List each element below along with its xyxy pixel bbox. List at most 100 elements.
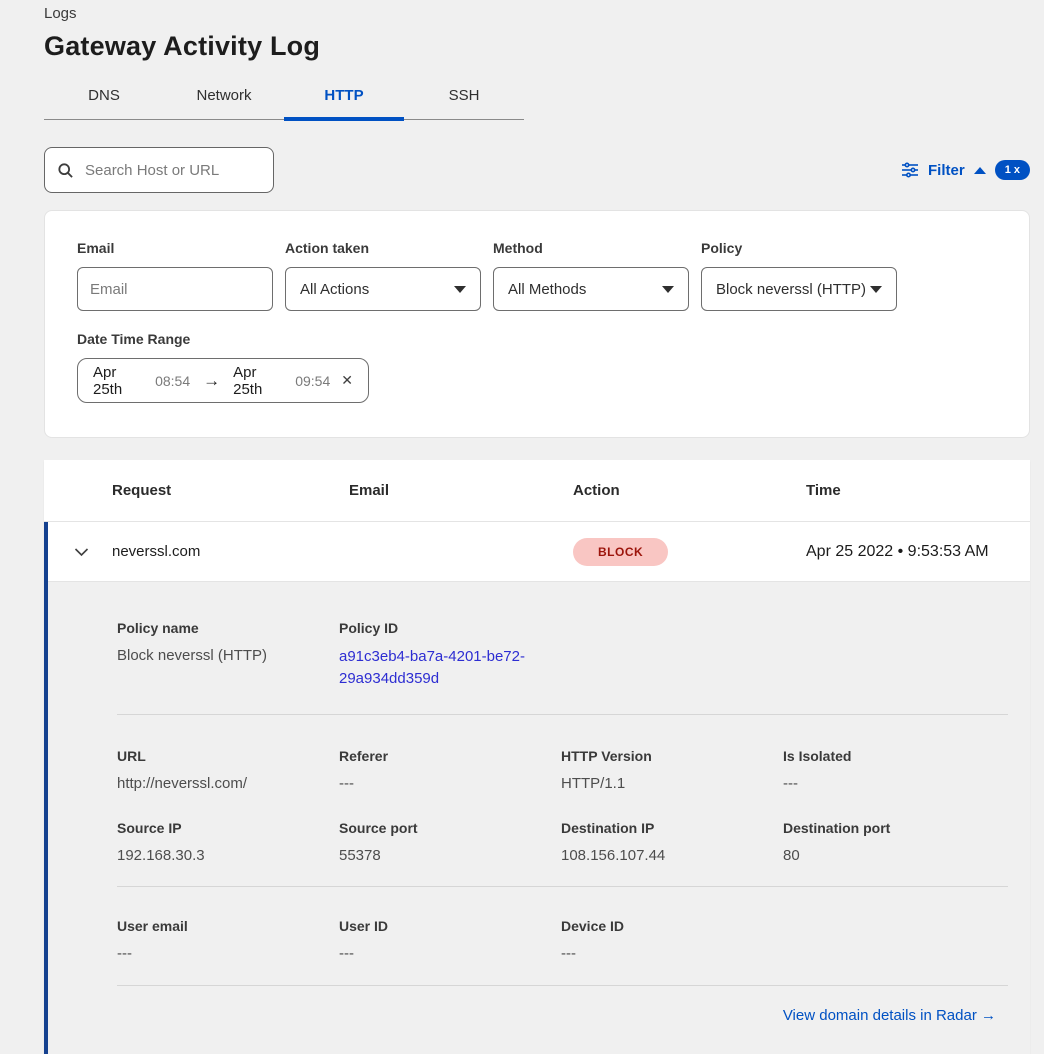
destination-ip-value: 108.156.107.44 bbox=[561, 846, 783, 866]
referer-item: Referer --- bbox=[339, 748, 561, 794]
policy-name-value: Block neverssl (HTTP) bbox=[117, 646, 339, 666]
url-value: http://neverssl.com/ bbox=[117, 774, 339, 794]
chevron-down-icon bbox=[454, 286, 466, 293]
referer-label: Referer bbox=[339, 748, 561, 764]
user-id-item: User ID --- bbox=[339, 918, 561, 964]
is-isolated-item: Is Isolated --- bbox=[783, 748, 1008, 794]
filter-panel: Email Action taken All Actions Method Al… bbox=[44, 210, 1030, 438]
action-taken-value: All Actions bbox=[300, 281, 369, 298]
date-time-range-label: Date Time Range bbox=[77, 331, 997, 347]
device-id-item: Device ID --- bbox=[561, 918, 783, 964]
table-header-row: Request Email Action Time bbox=[44, 460, 1030, 522]
row-request: neverssl.com bbox=[112, 543, 349, 560]
email-filter-label: Email bbox=[77, 240, 273, 256]
policy-field: Policy Block neverssl (HTTP) bbox=[701, 240, 897, 311]
method-value: All Methods bbox=[508, 281, 586, 298]
row-time: Apr 25 2022 • 9:53:53 AM bbox=[806, 543, 1030, 561]
destination-port-value: 80 bbox=[783, 846, 1008, 866]
policy-name-item: Policy name Block neverssl (HTTP) bbox=[117, 620, 339, 690]
device-id-label: Device ID bbox=[561, 918, 783, 934]
destination-port-item: Destination port 80 bbox=[783, 820, 1008, 866]
filter-controls: Filter 1 x bbox=[901, 160, 1030, 180]
search-input[interactable] bbox=[83, 161, 261, 180]
user-email-label: User email bbox=[117, 918, 339, 934]
user-id-value: --- bbox=[339, 944, 561, 964]
date-range-picker[interactable]: Apr 25th 08:54 → Apr 25th 09:54 ✕ bbox=[77, 358, 369, 403]
view-domain-radar-link[interactable]: View domain details in Radar → bbox=[783, 1007, 996, 1024]
chevron-down-icon bbox=[870, 286, 882, 293]
policy-label: Policy bbox=[701, 240, 897, 256]
destination-ip-label: Destination IP bbox=[561, 820, 783, 836]
http-version-value: HTTP/1.1 bbox=[561, 774, 783, 794]
section-divider bbox=[117, 886, 1008, 887]
user-id-label: User ID bbox=[339, 918, 561, 934]
action-taken-field: Action taken All Actions bbox=[285, 240, 481, 311]
source-port-item: Source port 55378 bbox=[339, 820, 561, 866]
activity-log-table: Request Email Action Time neverssl.com B… bbox=[44, 460, 1030, 1054]
policy-select[interactable]: Block neverssl (HTTP) bbox=[701, 267, 897, 311]
email-filter-field: Email bbox=[77, 240, 273, 311]
date-time-range-field: Date Time Range Apr 25th 08:54 → Apr 25t… bbox=[77, 331, 997, 403]
http-version-label: HTTP Version bbox=[561, 748, 783, 764]
column-header-action: Action bbox=[573, 482, 806, 499]
tab-network[interactable]: Network bbox=[164, 87, 284, 119]
policy-value: Block neverssl (HTTP) bbox=[716, 281, 866, 298]
source-ip-value: 192.168.30.3 bbox=[117, 846, 339, 866]
destination-ip-item: Destination IP 108.156.107.44 bbox=[561, 820, 783, 866]
row-action-cell: BLOCK bbox=[573, 538, 806, 566]
chevron-down-icon bbox=[662, 286, 674, 293]
block-status-badge: BLOCK bbox=[573, 538, 668, 566]
device-id-value: --- bbox=[561, 944, 783, 964]
filter-toggle-button[interactable]: Filter bbox=[928, 162, 965, 179]
section-divider bbox=[117, 985, 1008, 986]
clear-date-range-icon[interactable]: ✕ bbox=[341, 372, 353, 389]
policy-id-link[interactable]: a91c3eb4-ba7a-4201-be72-29a934dd359d bbox=[339, 646, 529, 690]
column-header-time: Time bbox=[806, 482, 1030, 499]
section-divider bbox=[117, 714, 1008, 715]
method-label: Method bbox=[493, 240, 689, 256]
toolbar: Filter 1 x bbox=[44, 147, 1030, 193]
column-header-request: Request bbox=[112, 482, 349, 499]
source-ip-label: Source IP bbox=[117, 820, 339, 836]
column-header-email: Email bbox=[349, 482, 573, 499]
action-taken-label: Action taken bbox=[285, 240, 481, 256]
start-time: 08:54 bbox=[155, 373, 190, 389]
policy-id-item: Policy ID a91c3eb4-ba7a-4201-be72-29a934… bbox=[339, 620, 561, 690]
tab-ssh[interactable]: SSH bbox=[404, 87, 524, 119]
url-item: URL http://neverssl.com/ bbox=[117, 748, 339, 794]
row-expand-chevron-icon[interactable] bbox=[48, 547, 112, 557]
action-taken-select[interactable]: All Actions bbox=[285, 267, 481, 311]
breadcrumb: Logs bbox=[44, 0, 1030, 22]
source-ip-item: Source IP 192.168.30.3 bbox=[117, 820, 339, 866]
request-section-row2: Source IP 192.168.30.3 Source port 55378… bbox=[117, 820, 1008, 866]
policy-id-label: Policy ID bbox=[339, 620, 561, 636]
filter-count-badge[interactable]: 1 x bbox=[995, 160, 1030, 180]
policy-name-label: Policy name bbox=[117, 620, 339, 636]
source-port-label: Source port bbox=[339, 820, 561, 836]
user-email-item: User email --- bbox=[117, 918, 339, 964]
search-icon bbox=[57, 162, 74, 179]
start-date: Apr 25th bbox=[93, 364, 144, 398]
arrow-right-icon: → bbox=[203, 371, 220, 391]
user-section: User email --- User ID --- Device ID --- bbox=[117, 918, 1008, 964]
method-select[interactable]: All Methods bbox=[493, 267, 689, 311]
end-time: 09:54 bbox=[295, 373, 330, 389]
policy-section: Policy name Block neverssl (HTTP) Policy… bbox=[117, 620, 1008, 690]
filter-sliders-icon bbox=[901, 162, 919, 178]
tab-http[interactable]: HTTP bbox=[284, 87, 404, 119]
source-port-value: 55378 bbox=[339, 846, 561, 866]
collapse-caret-icon[interactable] bbox=[974, 167, 986, 174]
referer-value: --- bbox=[339, 774, 561, 794]
end-date: Apr 25th bbox=[233, 364, 284, 398]
page-title: Gateway Activity Log bbox=[44, 31, 1030, 62]
is-isolated-label: Is Isolated bbox=[783, 748, 1008, 764]
is-isolated-value: --- bbox=[783, 774, 1008, 794]
http-version-item: HTTP Version HTTP/1.1 bbox=[561, 748, 783, 794]
expanded-row-container: neverssl.com BLOCK Apr 25 2022 • 9:53:53… bbox=[44, 522, 1030, 1054]
tab-dns[interactable]: DNS bbox=[44, 87, 164, 119]
table-row[interactable]: neverssl.com BLOCK Apr 25 2022 • 9:53:53… bbox=[48, 522, 1030, 582]
destination-port-label: Destination port bbox=[783, 820, 1008, 836]
search-box[interactable] bbox=[44, 147, 274, 193]
email-filter-input[interactable] bbox=[77, 267, 273, 311]
method-field: Method All Methods bbox=[493, 240, 689, 311]
